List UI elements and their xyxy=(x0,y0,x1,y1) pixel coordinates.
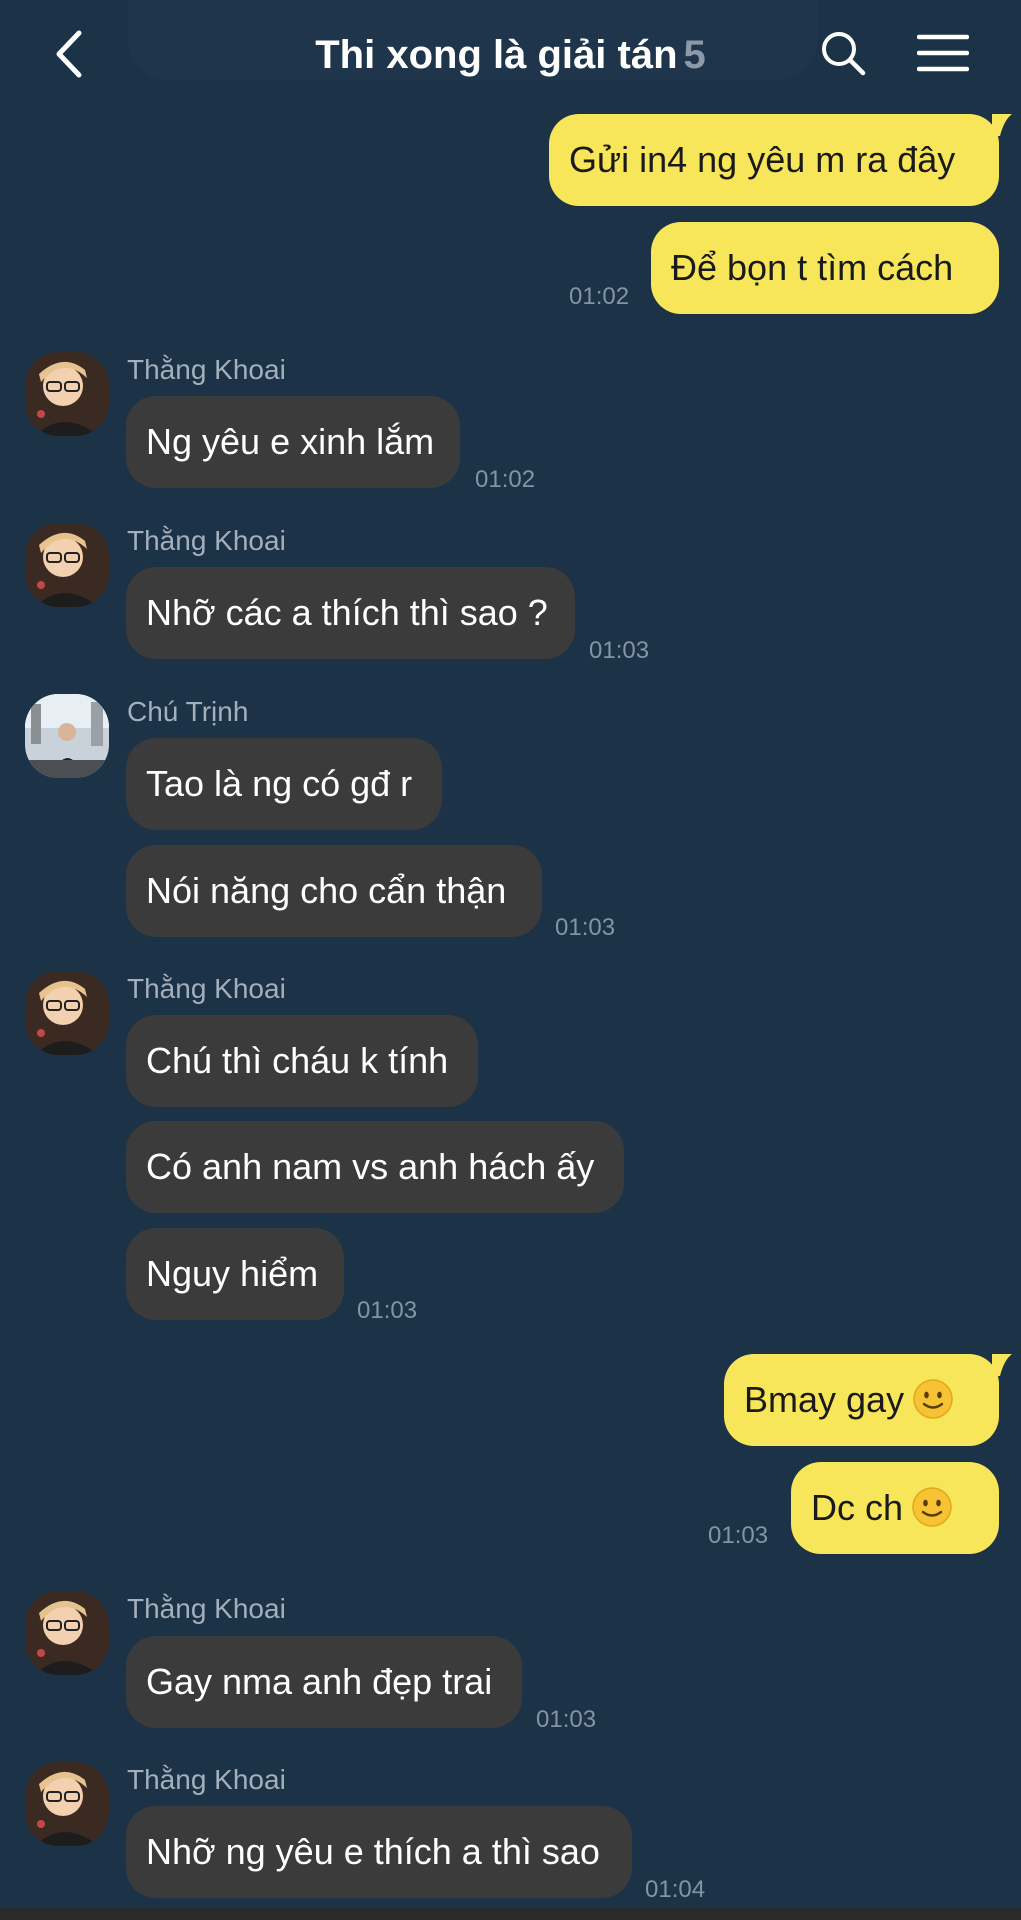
message-timestamp: 01:02 xyxy=(569,283,630,310)
incoming-message-bubble[interactable]: Gay nma anh đẹp trai xyxy=(126,1636,522,1728)
bubble-tail xyxy=(992,1354,1012,1376)
outgoing-message-bubble[interactable]: Gửi in4 ng yêu m ra đây xyxy=(549,114,999,206)
outgoing-message-bubble[interactable]: Bmay gay xyxy=(724,1354,999,1446)
group-name: Thi xong là giải tán xyxy=(315,33,678,77)
incoming-message-bubble[interactable]: Nguy hiểm xyxy=(126,1228,344,1320)
incoming-message-bubble[interactable]: Ng yêu e xinh lắm xyxy=(126,396,460,488)
message-list[interactable]: Gửi in4 ng yêu m ra đây Để bọn t tìm các… xyxy=(0,0,1021,1920)
chevron-left-icon xyxy=(56,30,82,78)
message-timestamp: 01:03 xyxy=(536,1706,597,1733)
message-timestamp: 01:03 xyxy=(555,914,616,941)
message-text: Nói năng cho cẩn thận xyxy=(146,870,507,911)
incoming-message-bubble[interactable]: Nhỡ các a thích thì sao ? xyxy=(126,567,575,659)
avatar[interactable] xyxy=(25,694,109,778)
avatar-image xyxy=(25,694,109,778)
search-icon xyxy=(822,32,866,76)
search-button[interactable] xyxy=(814,24,872,82)
avatar[interactable] xyxy=(25,1591,109,1675)
sender-name: Chú Trịnh xyxy=(127,696,249,727)
outgoing-message-bubble[interactable]: Để bọn t tìm cách xyxy=(651,222,999,314)
avatar-image xyxy=(25,1762,109,1846)
message-timestamp: 01:03 xyxy=(357,1297,418,1324)
message-text: Dc ch xyxy=(811,1487,904,1528)
chat-title[interactable]: Thi xong là giải tán 5 xyxy=(200,28,821,82)
avatar-image xyxy=(25,971,109,1055)
incoming-message-bubble[interactable]: Nói năng cho cẩn thận xyxy=(126,845,542,937)
message-timestamp: 01:03 xyxy=(708,1522,769,1549)
message-text: Nhỡ ng yêu e thích a thì sao xyxy=(146,1831,600,1872)
sender-name: Thằng Khoai xyxy=(127,1593,286,1624)
avatar[interactable] xyxy=(25,523,109,607)
message-text: Gửi in4 ng yêu m ra đây xyxy=(569,139,956,180)
sender-name: Thằng Khoai xyxy=(127,525,286,556)
slightly-smiling-face-icon xyxy=(912,1487,952,1528)
message-text: Nhỡ các a thích thì sao ? xyxy=(146,592,548,633)
avatar-image xyxy=(25,523,109,607)
outgoing-message-bubble[interactable]: Dc ch xyxy=(791,1462,999,1554)
message-text: Ng yêu e xinh lắm xyxy=(146,421,435,462)
message-text: Gay nma anh đẹp trai xyxy=(146,1661,493,1702)
bubble-tail xyxy=(992,114,1012,136)
incoming-message-bubble[interactable]: Tao là ng có gđ r xyxy=(126,738,442,830)
avatar[interactable] xyxy=(25,352,109,436)
menu-button[interactable] xyxy=(912,24,974,82)
avatar[interactable] xyxy=(25,971,109,1055)
back-button[interactable] xyxy=(40,24,96,84)
sender-name: Thằng Khoai xyxy=(127,973,286,1004)
member-count: 5 xyxy=(683,33,706,77)
incoming-message-bubble[interactable]: Chú thì cháu k tính xyxy=(126,1015,478,1107)
message-text: Tao là ng có gđ r xyxy=(146,763,413,804)
message-text: Nguy hiểm xyxy=(146,1253,319,1294)
message-text: Để bọn t tìm cách xyxy=(671,247,954,288)
avatar-image xyxy=(25,1591,109,1675)
sender-name: Thằng Khoai xyxy=(127,1764,286,1795)
avatar[interactable] xyxy=(25,1762,109,1846)
message-text: Chú thì cháu k tính xyxy=(146,1040,449,1081)
avatar-image xyxy=(25,352,109,436)
chat-header: Thi xong là giải tán 5 xyxy=(0,0,1021,110)
message-text: Có anh nam vs anh hách ấy xyxy=(146,1146,595,1187)
message-timestamp: 01:03 xyxy=(589,637,650,664)
message-text: Bmay gay xyxy=(744,1379,905,1420)
message-timestamp: 01:02 xyxy=(475,466,536,493)
bottom-edge xyxy=(0,1908,1021,1920)
hamburger-menu-icon xyxy=(917,34,969,72)
sender-name: Thằng Khoai xyxy=(127,354,286,385)
slightly-smiling-face-icon xyxy=(913,1379,953,1420)
incoming-message-bubble[interactable]: Nhỡ ng yêu e thích a thì sao xyxy=(126,1806,632,1898)
message-timestamp: 01:04 xyxy=(645,1876,706,1903)
incoming-message-bubble[interactable]: Có anh nam vs anh hách ấy xyxy=(126,1121,624,1213)
